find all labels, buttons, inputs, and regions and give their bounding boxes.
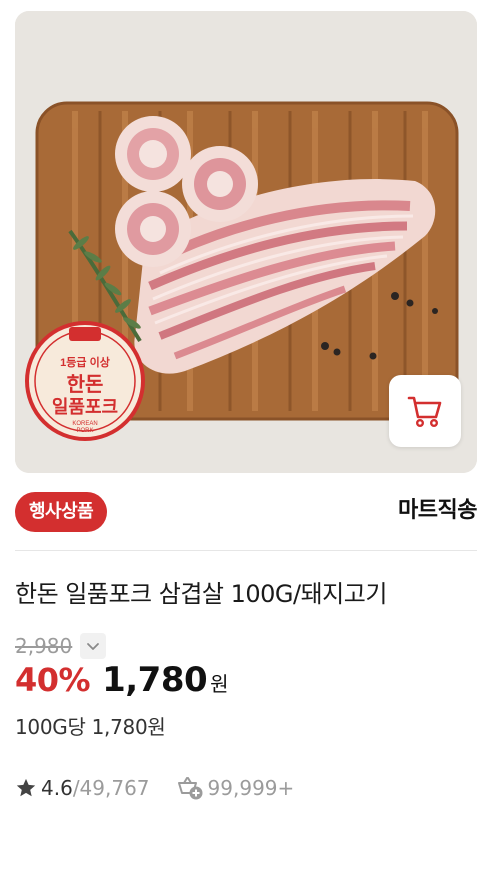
currency-unit: 원: [210, 672, 229, 696]
chevron-down-icon: [87, 643, 100, 650]
product-image[interactable]: 1등급 이상 한돈 일품포크 KOREAN PORK: [15, 11, 477, 473]
divider: [15, 550, 477, 551]
cart-icon: [407, 396, 442, 428]
original-price: 2,980: [15, 634, 73, 658]
product-card[interactable]: 1등급 이상 한돈 일품포크 KOREAN PORK 행사상품 마트직송 한돈 …: [0, 0, 490, 880]
basket-plus-icon: [176, 775, 204, 801]
original-price-row: 2,980: [15, 633, 107, 659]
price-detail-toggle[interactable]: [80, 633, 107, 659]
svg-text:한돈: 한돈: [67, 373, 104, 396]
add-to-cart-button[interactable]: [389, 375, 461, 447]
promotion-badge: 행사상품: [15, 492, 108, 532]
svg-text:PORK: PORK: [76, 428, 93, 434]
star-icon: [16, 778, 36, 797]
shipping-type-label: 마트직송: [398, 498, 477, 523]
svg-text:일품포크: 일품포크: [52, 397, 118, 417]
price-row: 40% 1,780 원: [15, 660, 229, 700]
rating-value: 4.6: [41, 776, 73, 800]
sale-price: 1,780: [102, 660, 208, 700]
product-meta-row: 4.6 /49,767 99,999+: [15, 773, 294, 803]
brand-seal: 1등급 이상 한돈 일품포크 KOREAN PORK: [25, 321, 145, 441]
svg-text:KOREAN: KOREAN: [72, 421, 97, 427]
product-title[interactable]: 한돈 일품포크 삼겹살 100G/돼지고기: [15, 578, 387, 610]
discount-rate: 40%: [15, 661, 91, 699]
sold-count: 99,999+: [207, 776, 295, 800]
svg-text:1등급 이상: 1등급 이상: [60, 355, 110, 369]
review-count[interactable]: /49,767: [73, 776, 150, 800]
unit-price: 100G당 1,780원: [15, 715, 166, 739]
